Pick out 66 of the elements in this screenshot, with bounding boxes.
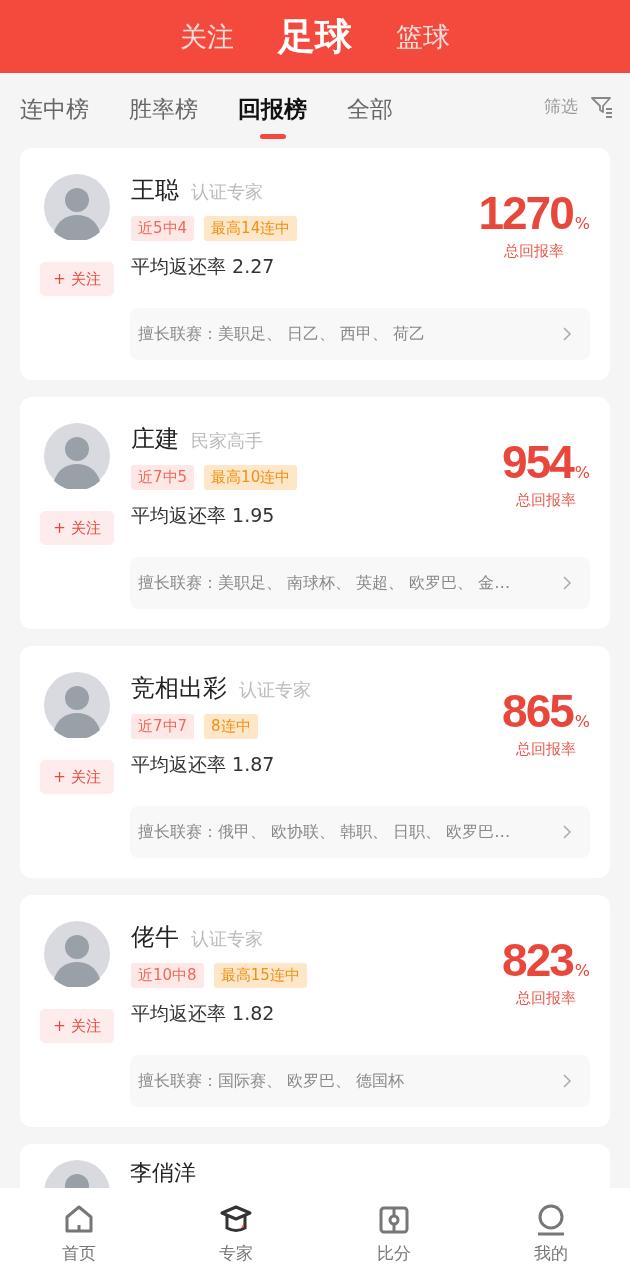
avatar	[44, 174, 110, 240]
return-rate: 865	[502, 684, 573, 738]
chevron-icon	[562, 575, 572, 591]
expert-title: 认证专家	[191, 180, 263, 204]
follow-button[interactable]: + 关注	[40, 760, 114, 794]
average-return: 平均返还率 2.27	[131, 254, 276, 279]
leagues-row[interactable]: 擅长联赛：俄甲、 欧协联、 韩职、 日职、 欧罗巴…	[130, 806, 590, 858]
average-return: 平均返还率 1.95	[131, 503, 276, 528]
follow-button[interactable]: + 关注	[40, 511, 114, 545]
record-badge: 近7中7	[131, 714, 195, 739]
top-tab[interactable]: 关注	[180, 18, 234, 55]
expert-title: 民家高手	[191, 429, 263, 453]
expert-name: 王聪	[131, 175, 179, 206]
leagues-row[interactable]: 擅长联赛：美职足、 日乙、 西甲、 荷乙	[130, 308, 590, 360]
return-rate-label: 总回报率	[516, 491, 576, 510]
average-return: 平均返还率 1.82	[131, 1001, 276, 1026]
nav-tab[interactable]: 我的	[511, 1203, 592, 1265]
follow-button[interactable]: + 关注	[40, 262, 114, 296]
return-rate-label: 总回报率	[516, 989, 576, 1008]
record-badge: 近10中8	[131, 963, 204, 988]
leagues-text: 擅长联赛：国际赛、 欧罗巴、 德国杯	[138, 1070, 405, 1092]
percent-sign: %	[574, 214, 590, 233]
leagues-row[interactable]: 擅长联赛：美职足、 南球杯、 英超、 欧罗巴、 金…	[130, 557, 590, 609]
percent-sign: %	[574, 961, 590, 980]
ranking-tab[interactable]: 全部	[347, 80, 393, 139]
filter-icon	[590, 94, 614, 119]
average-return: 平均返还率 1.87	[131, 752, 276, 777]
chevron-icon	[562, 824, 572, 840]
streak-badge: 最高14连中	[204, 216, 298, 241]
chevron-icon	[562, 326, 572, 342]
ranking-tab[interactable]: 胜率榜	[129, 80, 198, 139]
streak-badge: 8连中	[204, 714, 258, 739]
streak-badge: 最高15连中	[213, 963, 307, 988]
leagues-text: 擅长联赛：美职足、 日乙、 西甲、 荷乙	[138, 323, 426, 345]
expert-name: 庄建	[131, 424, 179, 455]
top-tab[interactable]: 足球	[278, 11, 352, 62]
leagues-row[interactable]: 擅长联赛：国际赛、 欧罗巴、 德国杯	[130, 1055, 590, 1107]
streak-badge: 最高10连中	[204, 465, 298, 490]
return-rate: 954	[502, 435, 573, 489]
expert-title: 认证专家	[239, 678, 311, 702]
expert-name: 李俏洋	[130, 1160, 196, 1186]
expert-name: 佬牛	[131, 922, 179, 953]
nav-tab[interactable]: 首页	[38, 1203, 119, 1265]
nav-tab[interactable]: 比分	[353, 1203, 434, 1265]
record-badge: 近7中5	[131, 465, 195, 490]
ranking-tab[interactable]: 连中榜	[20, 80, 89, 139]
nav-tab[interactable]: 专家	[196, 1203, 277, 1265]
chevron-icon	[562, 1073, 572, 1089]
expert-title: 认证专家	[191, 927, 263, 951]
percent-sign: %	[574, 712, 590, 731]
avatar	[44, 423, 110, 489]
leagues-text: 擅长联赛：美职足、 南球杯、 英超、 欧罗巴、 金…	[138, 572, 511, 594]
percent-sign: %	[574, 463, 590, 482]
return-rate: 823	[502, 933, 573, 987]
ranking-tab[interactable]: 回报榜	[238, 80, 307, 139]
avatar	[44, 672, 110, 738]
top-tab[interactable]: 篮球	[396, 18, 450, 55]
return-rate-label: 总回报率	[516, 740, 576, 759]
avatar	[44, 921, 110, 987]
follow-button[interactable]: + 关注	[40, 1009, 114, 1043]
return-rate-label: 总回报率	[504, 242, 565, 261]
record-badge: 近5中4	[131, 216, 195, 241]
return-rate: 1270	[478, 186, 573, 240]
leagues-text: 擅长联赛：俄甲、 欧协联、 韩职、 日职、 欧罗巴…	[138, 821, 511, 843]
filter-button[interactable]: 筛选	[544, 94, 614, 119]
expert-name: 竞相出彩	[131, 673, 227, 704]
